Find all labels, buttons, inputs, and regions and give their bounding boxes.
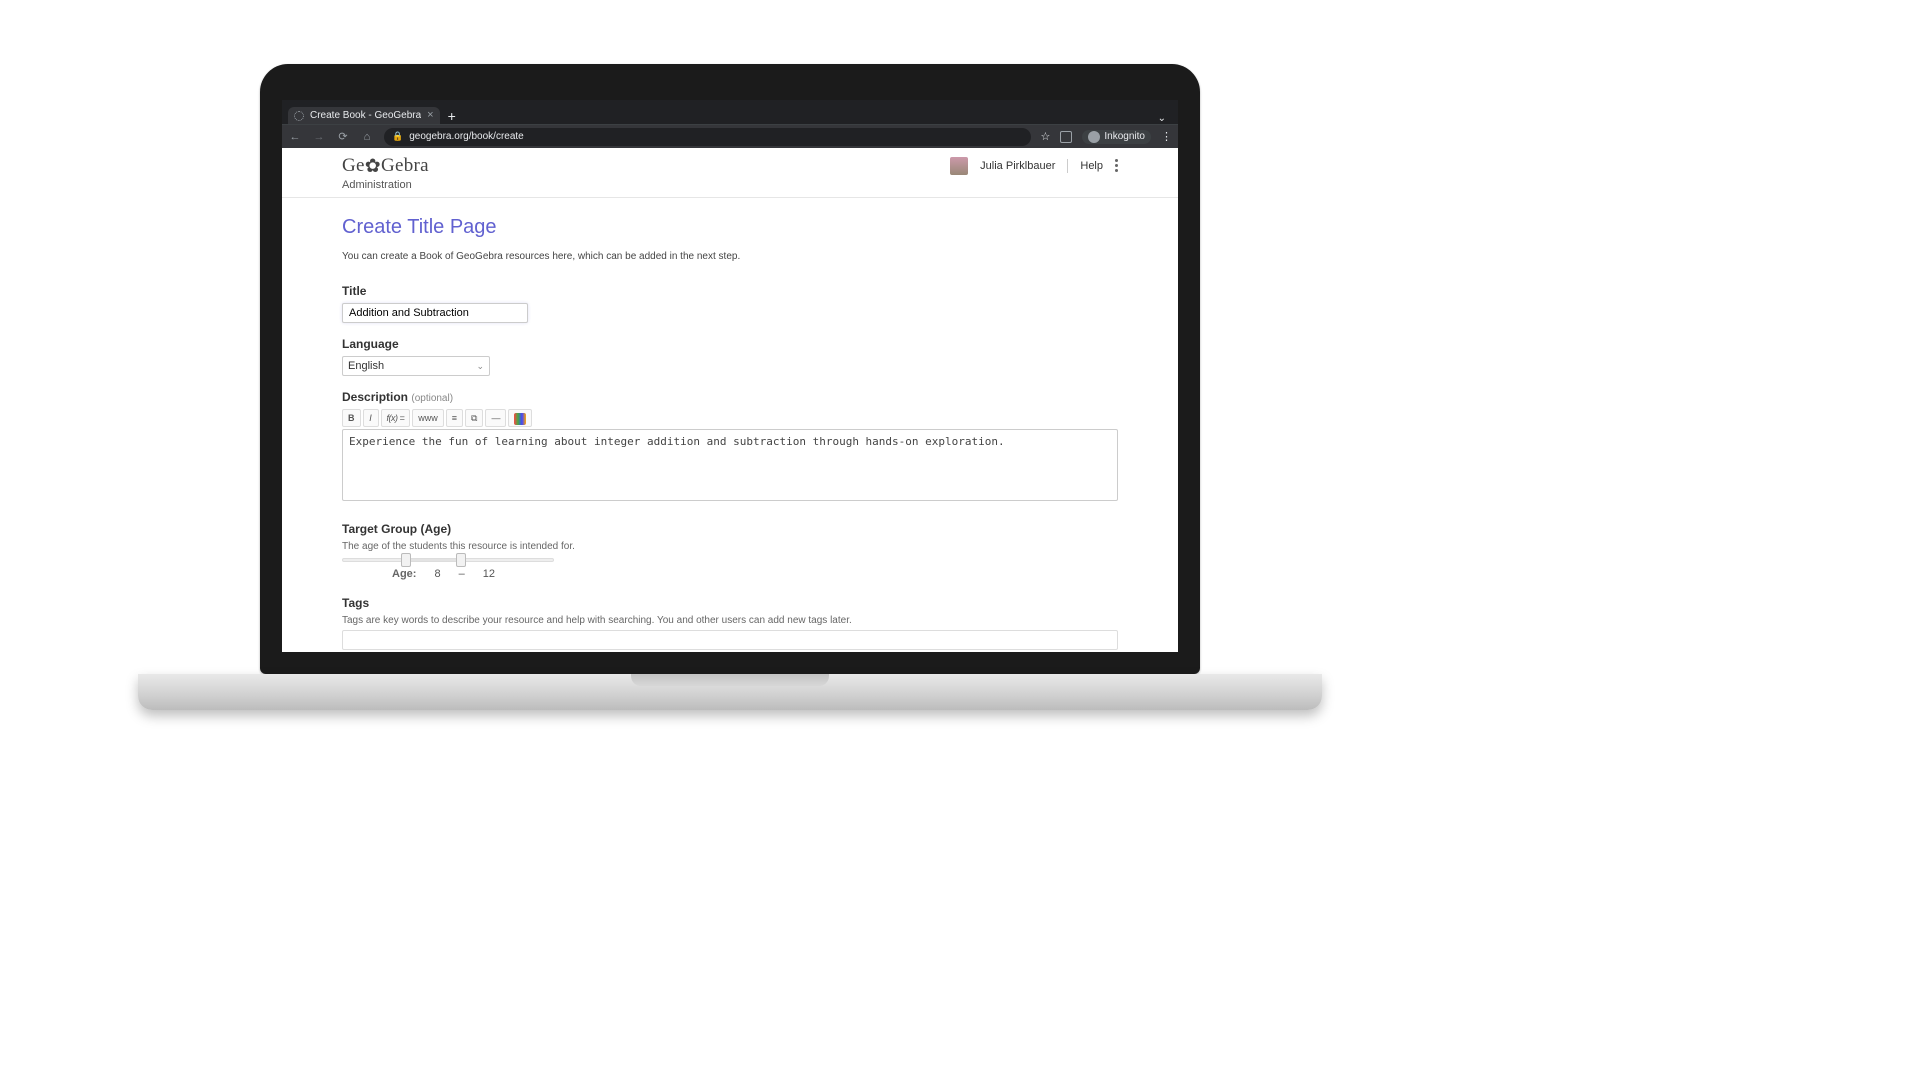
user-name[interactable]: Julia Pirklbauer — [980, 160, 1055, 172]
geogebra-logo[interactable]: Ge✿Gebra — [342, 154, 429, 177]
list-button[interactable]: ≡ — [446, 409, 463, 427]
incognito-label: Inkognito — [1104, 131, 1145, 142]
link-button[interactable]: www — [412, 409, 444, 427]
age-dash: – — [459, 568, 465, 580]
chevron-down-icon: ⌄ — [476, 361, 484, 372]
tabs-dropdown-icon[interactable]: ⌄ — [1152, 113, 1172, 124]
bold-button[interactable]: B — [342, 409, 361, 427]
target-group-label: Target Group (Age) — [342, 522, 1118, 536]
age-max-handle[interactable] — [456, 553, 466, 567]
language-value: English — [348, 360, 384, 372]
tab-favicon — [294, 111, 304, 121]
language-select[interactable]: English ⌄ — [342, 356, 490, 376]
color-swatch-icon — [514, 413, 526, 425]
title-input[interactable] — [342, 303, 528, 323]
description-textarea[interactable]: Experience the fun of learning about int… — [342, 429, 1118, 501]
language-label: Language — [342, 337, 1118, 351]
url-text: geogebra.org/book/create — [409, 131, 524, 142]
browser-menu-icon[interactable]: ⋮ — [1161, 130, 1172, 143]
color-button[interactable] — [508, 409, 532, 427]
editor-toolbar: B I f(x) = www ≡ ⧉ — — [342, 409, 1118, 427]
help-link[interactable]: Help — [1080, 160, 1103, 172]
target-group-help: The age of the students this resource is… — [342, 541, 1118, 552]
forward-icon[interactable]: → — [312, 131, 326, 143]
page-subtitle: You can create a Book of GeoGebra resour… — [342, 251, 1118, 262]
incognito-icon — [1088, 131, 1100, 143]
title-label: Title — [342, 284, 1118, 298]
formula-button[interactable]: f(x) = — [381, 409, 411, 427]
age-max: 12 — [483, 568, 495, 580]
age-min: 8 — [434, 568, 440, 580]
reload-icon[interactable]: ⟳ — [336, 130, 350, 143]
extension-icon[interactable] — [1060, 131, 1072, 143]
age-slider[interactable] — [342, 558, 554, 562]
home-icon[interactable]: ⌂ — [360, 131, 374, 143]
laptop-mockup: Create Book - GeoGebra × + ⌄ ← → ⟳ ⌂ 🔒 g… — [260, 64, 1200, 710]
page-content: Ge✿Gebra Julia Pirklbauer Help Administr… — [282, 148, 1178, 652]
close-tab-icon[interactable]: × — [427, 110, 433, 121]
lock-icon: 🔒 — [392, 131, 403, 142]
browser-tab[interactable]: Create Book - GeoGebra × — [288, 107, 440, 124]
age-label: Age: — [392, 568, 416, 580]
star-icon[interactable]: ☆ — [1041, 130, 1051, 143]
age-min-handle[interactable] — [401, 553, 411, 567]
browser-chrome: Create Book - GeoGebra × + ⌄ ← → ⟳ ⌂ 🔒 g… — [282, 100, 1178, 148]
tags-input[interactable] — [342, 630, 1118, 650]
avatar[interactable] — [950, 157, 968, 175]
new-tab-button[interactable]: + — [440, 108, 464, 124]
italic-button[interactable]: I — [363, 409, 379, 427]
page-menu-icon[interactable] — [1115, 159, 1118, 172]
tags-help: Tags are key words to describe your reso… — [342, 615, 1118, 626]
hr-button[interactable]: — — [485, 409, 506, 427]
incognito-badge[interactable]: Inkognito — [1082, 130, 1151, 144]
tags-label: Tags — [342, 596, 1118, 610]
admin-link[interactable]: Administration — [342, 179, 412, 191]
back-icon[interactable]: ← — [288, 131, 302, 143]
tab-title: Create Book - GeoGebra — [310, 110, 421, 121]
page-title: Create Title Page — [342, 216, 1118, 239]
gear-icon: ✿ — [365, 155, 381, 178]
quote-button[interactable]: ⧉ — [465, 409, 483, 427]
address-bar[interactable]: 🔒 geogebra.org/book/create — [384, 128, 1031, 146]
description-label: Description (optional) — [342, 390, 1118, 404]
